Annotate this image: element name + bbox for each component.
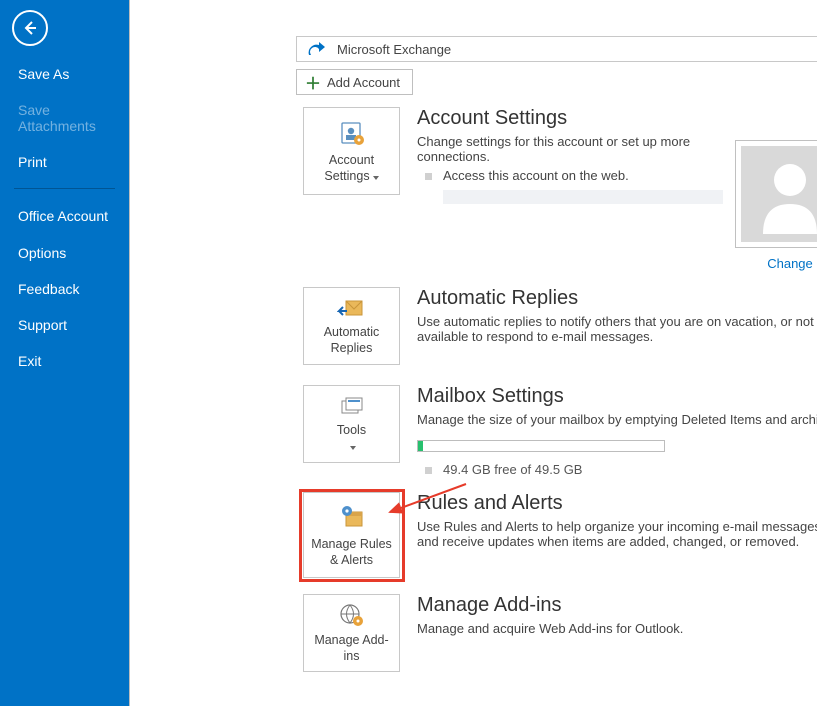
- section-desc-mailbox: Manage the size of your mailbox by empty…: [417, 412, 817, 427]
- section-title-rules: Rules and Alerts: [417, 492, 817, 515]
- account-settings-tile[interactable]: Account Settings: [303, 107, 400, 195]
- person-placeholder-icon: [755, 154, 817, 234]
- section-desc-rules: Use Rules and Alerts to help organize yo…: [417, 519, 817, 549]
- manage-rules-alerts-tile[interactable]: Manage Rules & Alerts: [303, 492, 400, 578]
- section-desc-auto: Use automatic replies to notify others t…: [417, 314, 817, 344]
- back-button[interactable]: [12, 10, 48, 46]
- add-account-button[interactable]: ＋ Add Account: [296, 69, 413, 95]
- tile-label: Manage Rules & Alerts: [310, 537, 393, 568]
- automatic-replies-tile[interactable]: Automatic Replies: [303, 287, 400, 365]
- rules-alerts-icon: [337, 503, 367, 533]
- sidebar-item-options[interactable]: Options: [0, 235, 129, 271]
- automatic-replies-icon: [337, 297, 367, 321]
- tools-icon: [337, 395, 367, 419]
- section-desc-account: Change settings for this account or set …: [417, 134, 725, 164]
- plus-icon: ＋: [305, 70, 321, 94]
- tools-tile[interactable]: Tools: [303, 385, 400, 463]
- manage-addins-tile[interactable]: Manage Add-ins: [303, 594, 400, 672]
- section-title-auto: Automatic Replies: [417, 287, 817, 310]
- sidebar-item-feedback[interactable]: Feedback: [0, 271, 129, 307]
- mailbox-free-text: 49.4 GB free of 49.5 GB: [417, 462, 582, 477]
- mailbox-usage-bar: [417, 440, 665, 452]
- chevron-down-icon: [350, 446, 356, 450]
- chevron-down-icon: [373, 176, 379, 180]
- account-settings-icon: [338, 119, 366, 149]
- section-title-account: Account Settings: [417, 107, 725, 130]
- backstage-sidebar: Save As Save Attachments Print Office Ac…: [0, 0, 130, 706]
- account-web-link[interactable]: Access this account on the web.: [417, 168, 725, 183]
- account-selector[interactable]: Microsoft Exchange: [296, 36, 817, 62]
- section-title-mailbox: Mailbox Settings: [417, 385, 817, 408]
- section-desc-addins: Manage and acquire Web Add-ins for Outlo…: [417, 621, 817, 636]
- sidebar-item-save-as[interactable]: Save As: [0, 56, 129, 92]
- account-selector-label: Microsoft Exchange: [337, 42, 451, 57]
- tile-label: Account Settings: [310, 153, 393, 184]
- sidebar-item-office-account[interactable]: Office Account: [0, 197, 129, 235]
- arrow-left-icon: [20, 18, 40, 38]
- redacted-account-url: [443, 190, 723, 204]
- section-title-addins: Manage Add-ins: [417, 594, 817, 617]
- tile-label: Tools: [337, 423, 366, 454]
- sidebar-item-save-attachments: Save Attachments: [0, 92, 129, 144]
- sidebar-separator: [14, 188, 115, 189]
- sidebar-item-exit[interactable]: Exit: [0, 343, 129, 379]
- tile-label: Automatic Replies: [310, 325, 393, 356]
- addins-icon: [337, 603, 367, 629]
- exchange-icon: [297, 37, 337, 61]
- add-account-label: Add Account: [327, 75, 400, 90]
- avatar: [735, 140, 817, 248]
- tile-label: Manage Add-ins: [310, 633, 393, 664]
- sidebar-item-print[interactable]: Print: [0, 144, 129, 180]
- main-content: Microsoft Exchange ＋ Add Account A: [130, 0, 817, 706]
- change-avatar-link[interactable]: Change: [735, 256, 817, 271]
- sidebar-item-support[interactable]: Support: [0, 307, 129, 343]
